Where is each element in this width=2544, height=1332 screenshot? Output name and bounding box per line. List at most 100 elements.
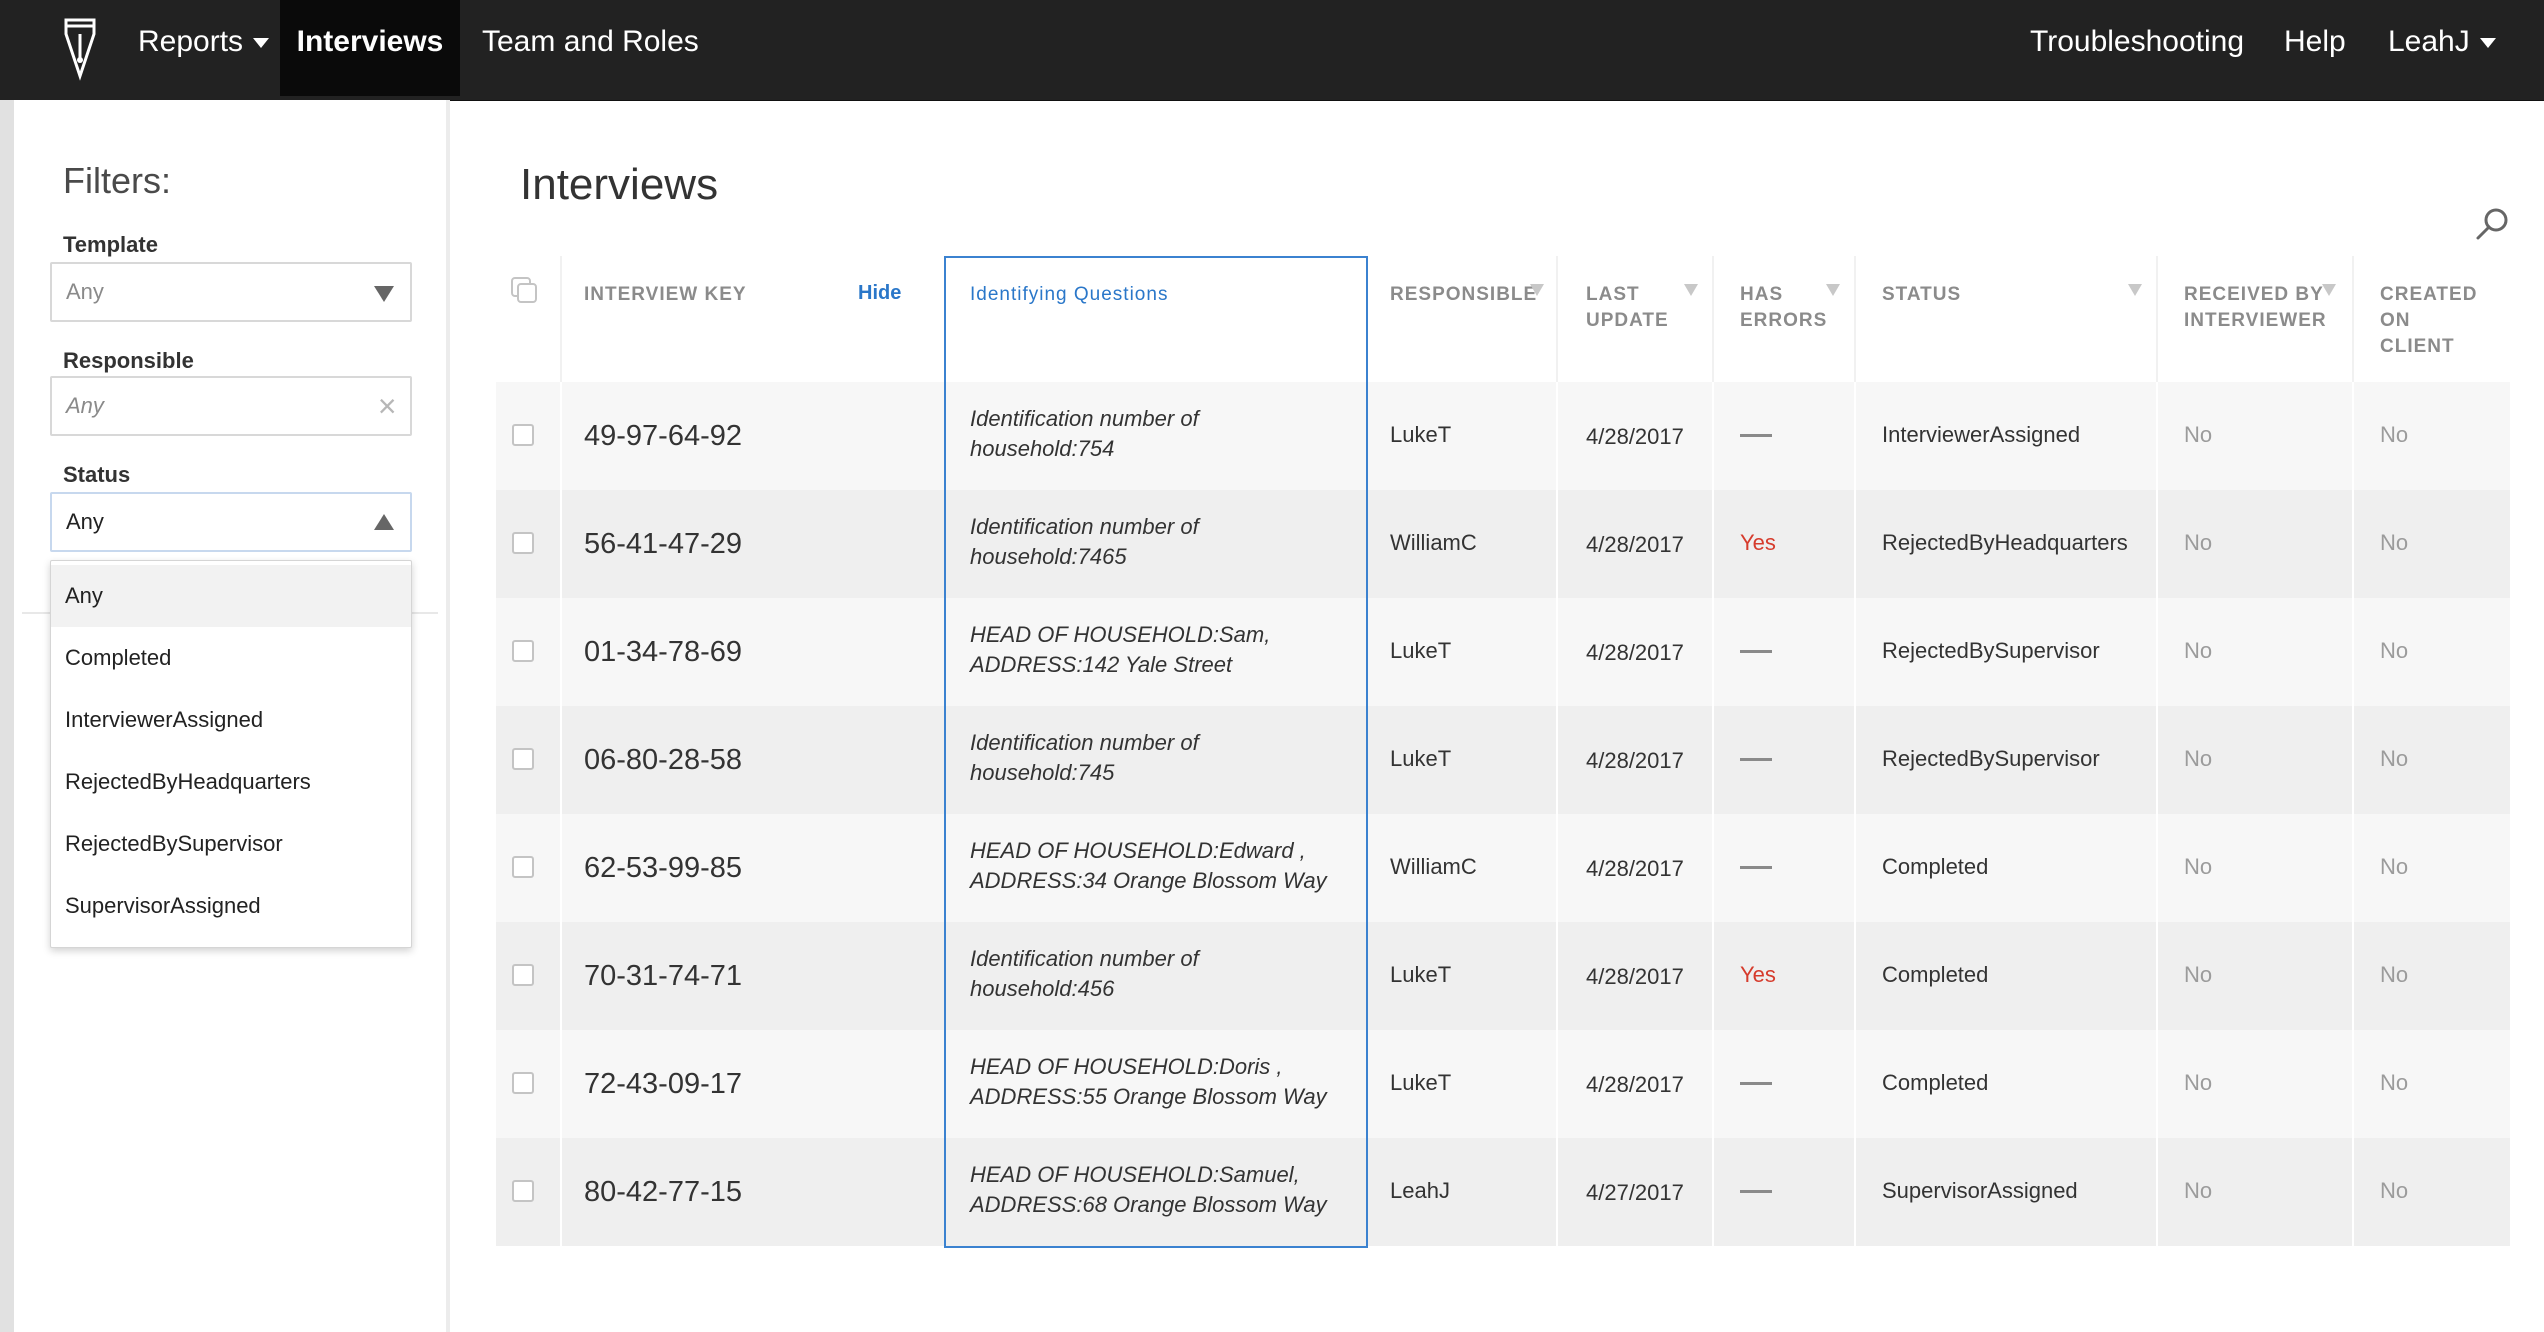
top-navbar: Reports Interviews Team and Roles Troubl… [0,0,2544,101]
status-cell: InterviewerAssigned [1882,422,2081,447]
status-option-completed[interactable]: Completed [51,627,411,689]
responsible-input[interactable]: Any × [50,376,412,436]
has-errors-cell: Yes [1740,530,1776,555]
row-checkbox[interactable] [512,964,534,986]
nav-reports[interactable]: Reports [138,0,270,96]
status-cell: Completed [1882,962,1989,987]
identifying-questions-line2: household:745 [970,760,1115,785]
interview-key[interactable]: 01-34-78-69 [584,636,742,669]
interview-key[interactable]: 56-41-47-29 [584,528,742,561]
table-row[interactable]: 56-41-47-29 Identification number of house… [496,490,2510,598]
last-update-cell: 4/28/2017 [1586,532,1684,557]
row-checkbox[interactable] [512,856,534,878]
no-errors-dash [1740,1190,1772,1193]
nav-user-menu[interactable]: LeahJ [2388,0,2496,96]
col-responsible[interactable]: RESPONSIBLE [1390,282,1537,308]
col-created-on-client[interactable]: CREATED ON CLIENT [2380,282,2477,360]
table-row[interactable]: 70-31-74-71 Identification number of house… [496,922,2510,1030]
created-on-client-cell: No [2380,1178,2409,1203]
responsible-cell: LukeT [1390,1070,1452,1095]
search-icon[interactable] [2474,206,2510,242]
col-last-update-line2: UPDATE [1586,310,1669,331]
table-row[interactable]: 80-42-77-15 HEAD OF HOUSEHOLD:Samuel, ADDR… [496,1138,2510,1246]
interview-key[interactable]: 80-42-77-15 [584,1176,742,1209]
nav-interviews[interactable]: Interviews [280,0,460,96]
identifying-questions-cell: HEAD OF HOUSEHOLD:Sam, ADDRESS:142 Yale S… [970,620,1370,680]
hide-link[interactable]: Hide [858,282,901,305]
filters-title: Filters: [63,160,171,201]
identifying-questions-cell: Identification number of household:7465 [970,512,1370,572]
page-title: Interviews [520,160,719,209]
row-checkbox[interactable] [512,424,534,446]
filter-arrow-icon[interactable] [2128,284,2142,296]
status-option-any[interactable]: Any [51,565,411,627]
row-checkbox[interactable] [512,748,534,770]
row-checkbox[interactable] [512,640,534,662]
identifying-questions-line1: HEAD OF HOUSEHOLD:Sam, [970,622,1271,647]
filter-arrow-icon[interactable] [1530,284,1544,296]
last-update-cell: 4/27/2017 [1586,1180,1684,1205]
received-by-interviewer-cell: No [2184,1178,2213,1203]
table-row[interactable]: 72-43-09-17 HEAD OF HOUSEHOLD:Doris , ADDR… [496,1030,2510,1138]
template-select[interactable]: Any [50,262,412,322]
created-on-client-cell: No [2380,746,2409,771]
status-cell: Completed [1882,1070,1989,1095]
row-checkbox[interactable] [512,532,534,554]
col-status[interactable]: STATUS [1882,282,1961,308]
column-separator [2156,256,2158,382]
status-cell: RejectedBySupervisor [1882,746,2100,771]
col-identifying-questions[interactable]: Identifying Questions [970,284,1168,306]
identifying-questions-line1: Identification number of [970,514,1199,539]
column-separator [1556,382,1558,1246]
row-checkbox[interactable] [512,1180,534,1202]
status-option-rejected-by-supervisor[interactable]: RejectedBySupervisor [51,813,411,875]
row-checkbox[interactable] [512,1072,534,1094]
status-select[interactable]: Any [50,492,412,552]
select-all-icon[interactable] [510,276,538,304]
nav-team-and-roles[interactable]: Team and Roles [482,0,699,96]
table-row[interactable]: 62-53-99-85 HEAD OF HOUSEHOLD:Edward , ADD… [496,814,2510,922]
interview-key[interactable]: 72-43-09-17 [584,1068,742,1101]
last-update-cell: 4/28/2017 [1586,748,1684,773]
interview-key[interactable]: 49-97-64-92 [584,420,742,453]
responsible-cell: LukeT [1390,638,1452,663]
nav-interviews-label: Interviews [296,25,444,58]
filter-arrow-icon[interactable] [1826,284,1840,296]
chevron-down-icon [253,38,270,49]
status-option-supervisor-assigned[interactable]: SupervisorAssigned [51,875,411,937]
no-errors-dash [1740,650,1772,653]
clear-icon[interactable]: × [377,388,396,424]
no-errors-dash [1740,866,1772,869]
column-separator [560,382,562,1246]
interview-key[interactable]: 70-31-74-71 [584,960,742,993]
interview-key[interactable]: 62-53-99-85 [584,852,742,885]
nav-troubleshooting[interactable]: Troubleshooting [2030,0,2244,96]
nav-team-and-roles-label: Team and Roles [482,25,699,58]
status-option-rejected-by-headquarters[interactable]: RejectedByHeadquarters [51,751,411,813]
table-row[interactable]: 49-97-64-92 Identification number of house… [496,382,2510,490]
interview-key[interactable]: 06-80-28-58 [584,744,742,777]
col-has-errors-line2: ERRORS [1740,310,1828,331]
no-errors-dash [1740,758,1772,761]
col-interview-key[interactable]: INTERVIEW KEY [584,282,747,308]
table-row[interactable]: 01-34-78-69 HEAD OF HOUSEHOLD:Sam, ADDRESS… [496,598,2510,706]
column-separator [1854,382,1856,1246]
identifying-questions-cell: Identification number of household:745 [970,728,1370,788]
nav-help[interactable]: Help [2284,0,2346,96]
column-separator [560,256,562,382]
last-update-cell: 4/28/2017 [1586,964,1684,989]
created-on-client-cell: No [2380,638,2409,663]
status-cell: SupervisorAssigned [1882,1178,2078,1203]
status-cell: RejectedByHeadquarters [1882,530,2128,555]
column-separator [1556,256,1558,382]
logo-icon[interactable] [60,12,100,82]
last-update-cell: 4/28/2017 [1586,856,1684,881]
filter-arrow-icon[interactable] [2322,284,2336,296]
status-cell: RejectedBySupervisor [1882,638,2100,663]
table-row[interactable]: 06-80-28-58 Identification number of house… [496,706,2510,814]
status-option-interviewer-assigned[interactable]: InterviewerAssigned [51,689,411,751]
col-last-update[interactable]: LAST UPDATE [1586,282,1669,334]
filter-arrow-icon[interactable] [1684,284,1698,296]
col-has-errors[interactable]: HAS ERRORS [1740,282,1827,334]
col-received-by-interviewer[interactable]: RECEIVED BY INTERVIEWER [2184,282,2327,334]
